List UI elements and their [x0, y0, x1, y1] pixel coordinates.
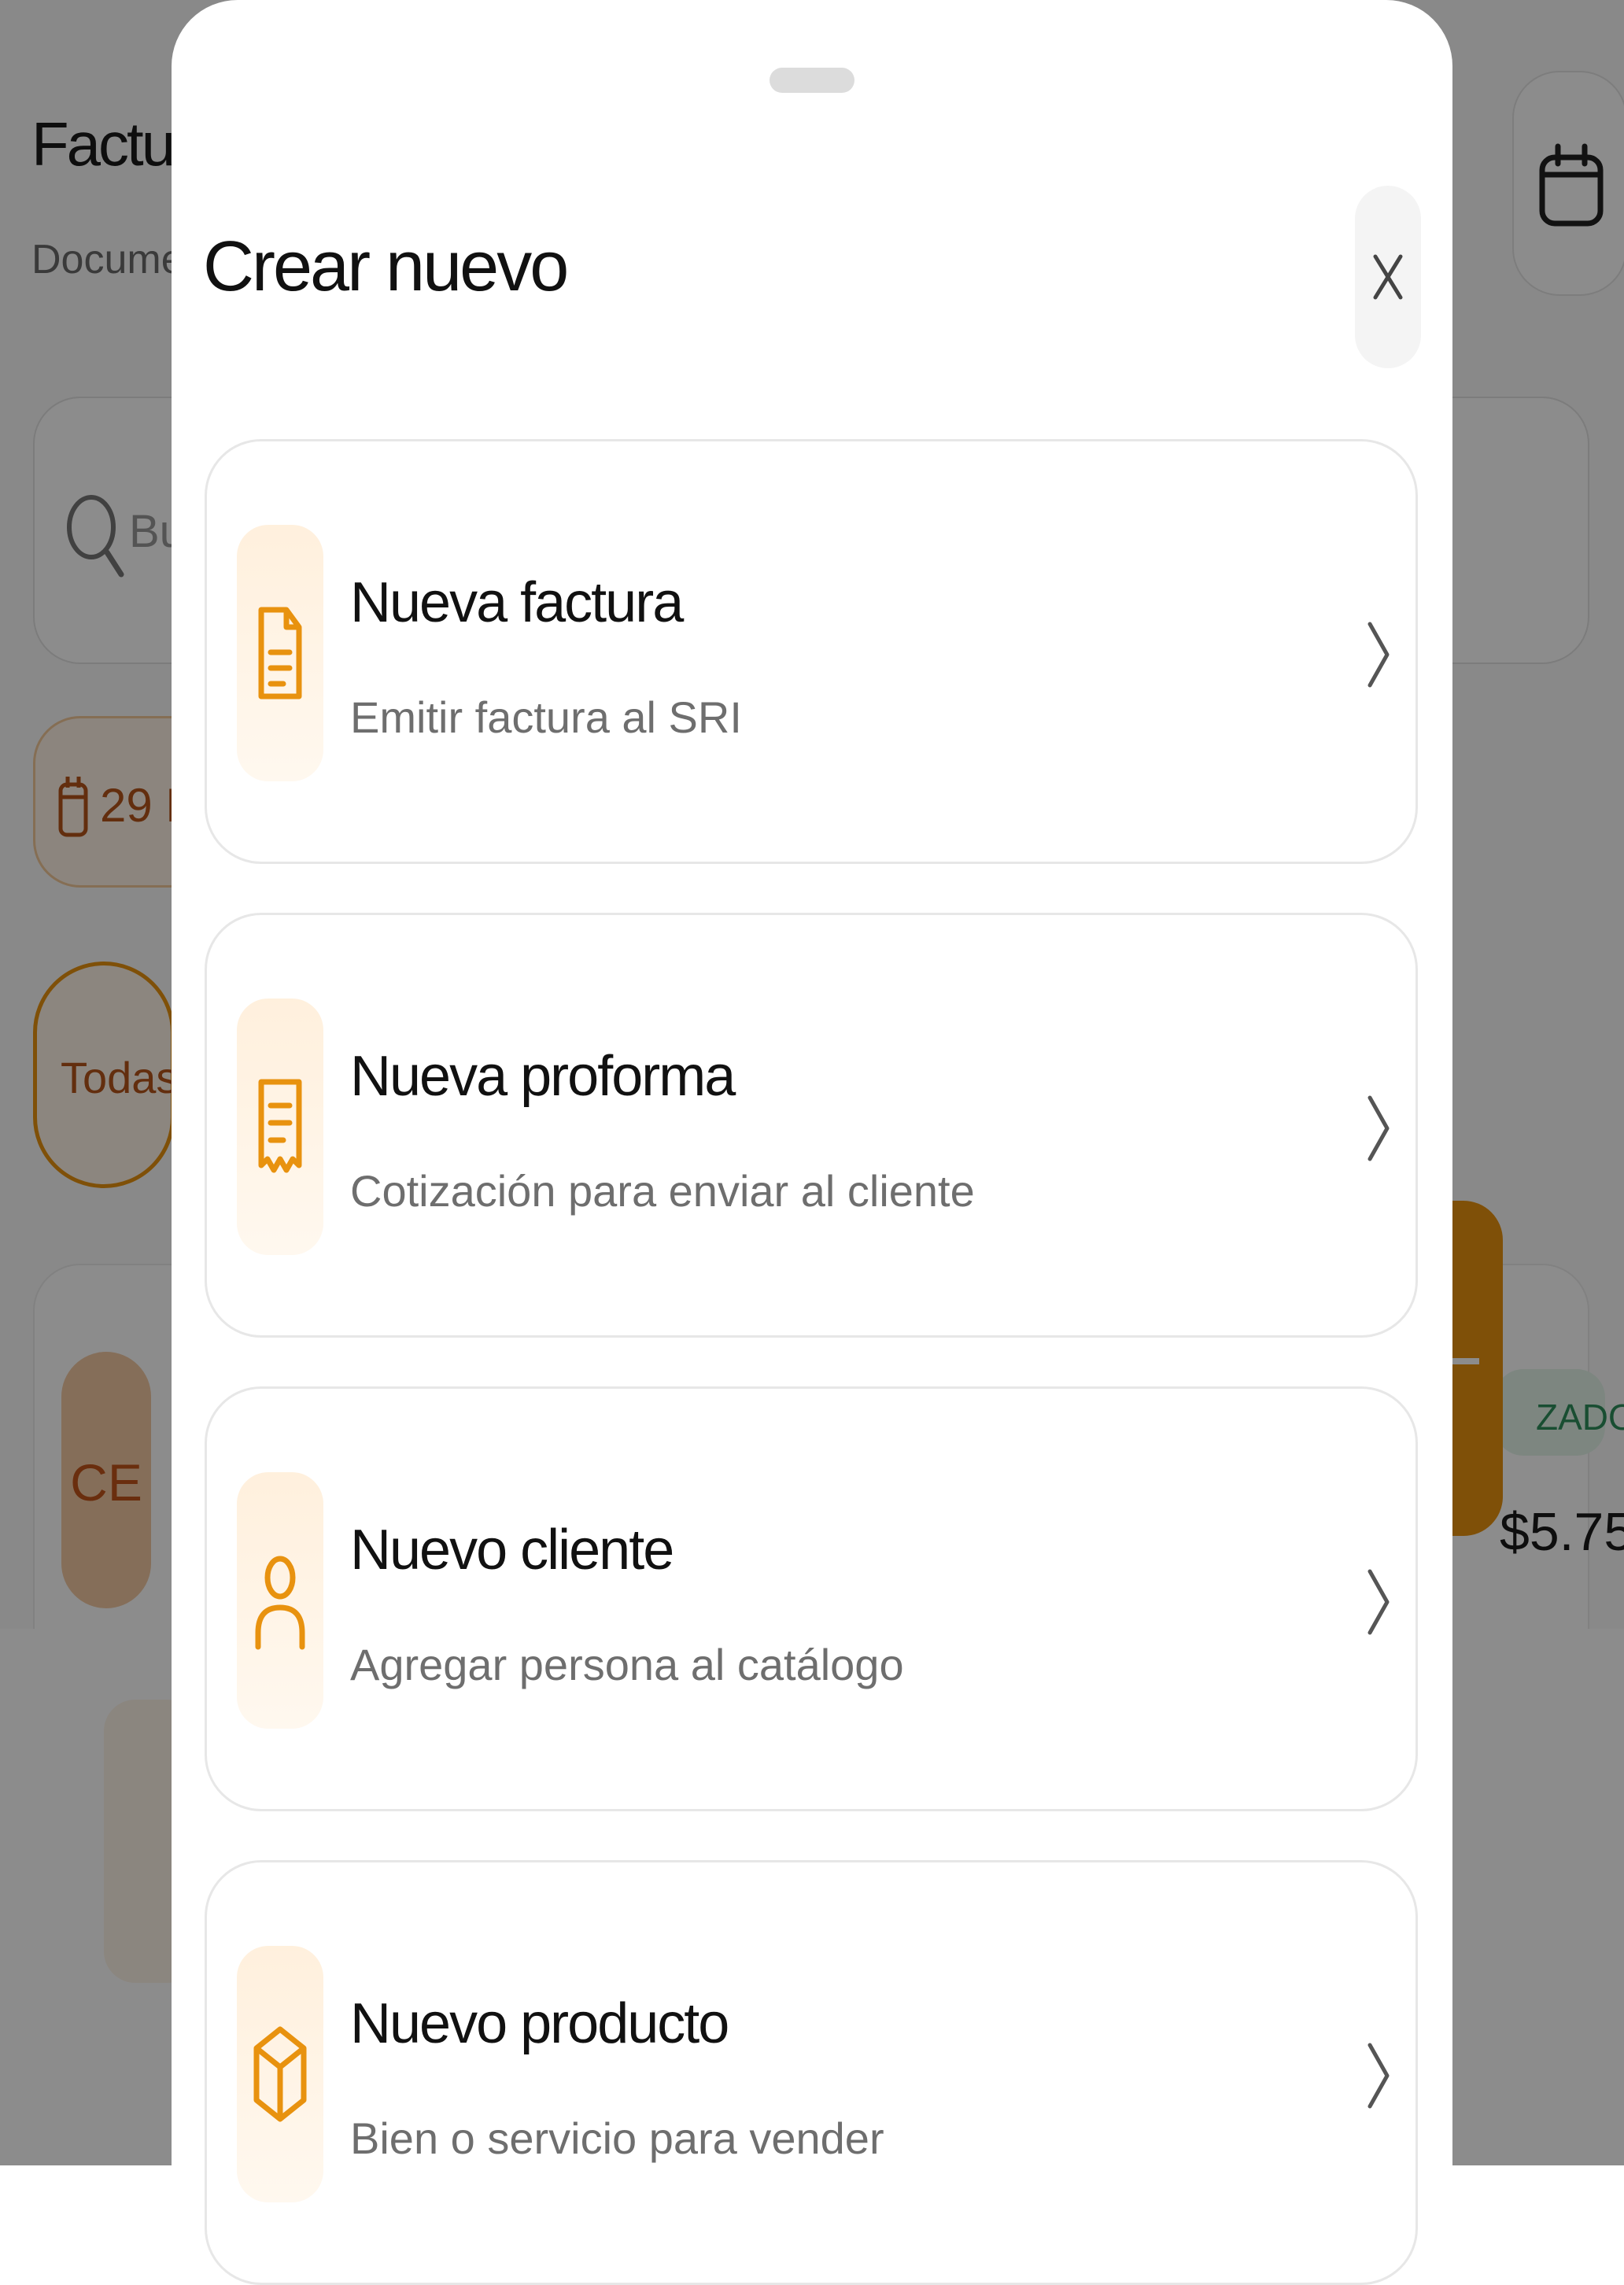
box-icon [253, 2026, 307, 2122]
option-title: Nueva proforma [350, 1045, 736, 1108]
user-icon [255, 1556, 305, 1650]
receipt-icon [258, 1079, 302, 1173]
option-nuevo-producto[interactable]: Nuevo producto Bien o servicio para vend… [205, 1860, 1418, 2285]
option-subtitle: Bien o servicio para vender [350, 2113, 884, 2163]
close-icon [1373, 254, 1403, 300]
option-title: Nuevo cliente [350, 1519, 674, 1582]
option-title: Nuevo producto [350, 1992, 729, 2055]
option-nuevo-cliente[interactable]: Nuevo cliente Agregar persona al catálog… [205, 1386, 1418, 1811]
chevron-right-icon [1367, 1095, 1390, 1161]
option-icon-bg [237, 1472, 323, 1729]
option-nueva-factura[interactable]: Nueva factura Emitir factura al SRI [205, 439, 1418, 864]
sheet-title: Crear nuevo [203, 227, 569, 306]
option-title: Nueva factura [350, 571, 684, 634]
chevron-right-icon [1367, 2043, 1390, 2109]
close-button[interactable] [1355, 186, 1421, 368]
option-subtitle: Cotización para enviar al cliente [350, 1166, 975, 1216]
chevron-right-icon [1367, 622, 1390, 688]
option-nueva-proforma[interactable]: Nueva proforma Cotización para enviar al… [205, 913, 1418, 1338]
invoice-icon [258, 607, 302, 700]
chevron-right-icon [1367, 1569, 1390, 1635]
sheet-grabber[interactable] [770, 68, 854, 93]
option-icon-bg [237, 1946, 323, 2202]
option-icon-bg [237, 525, 323, 781]
create-new-sheet: Crear nuevo Nueva factura Emitir factura… [172, 0, 1452, 2285]
option-subtitle: Emitir factura al SRI [350, 692, 742, 742]
option-subtitle: Agregar persona al catálogo [350, 1640, 904, 1689]
option-icon-bg [237, 999, 323, 1255]
